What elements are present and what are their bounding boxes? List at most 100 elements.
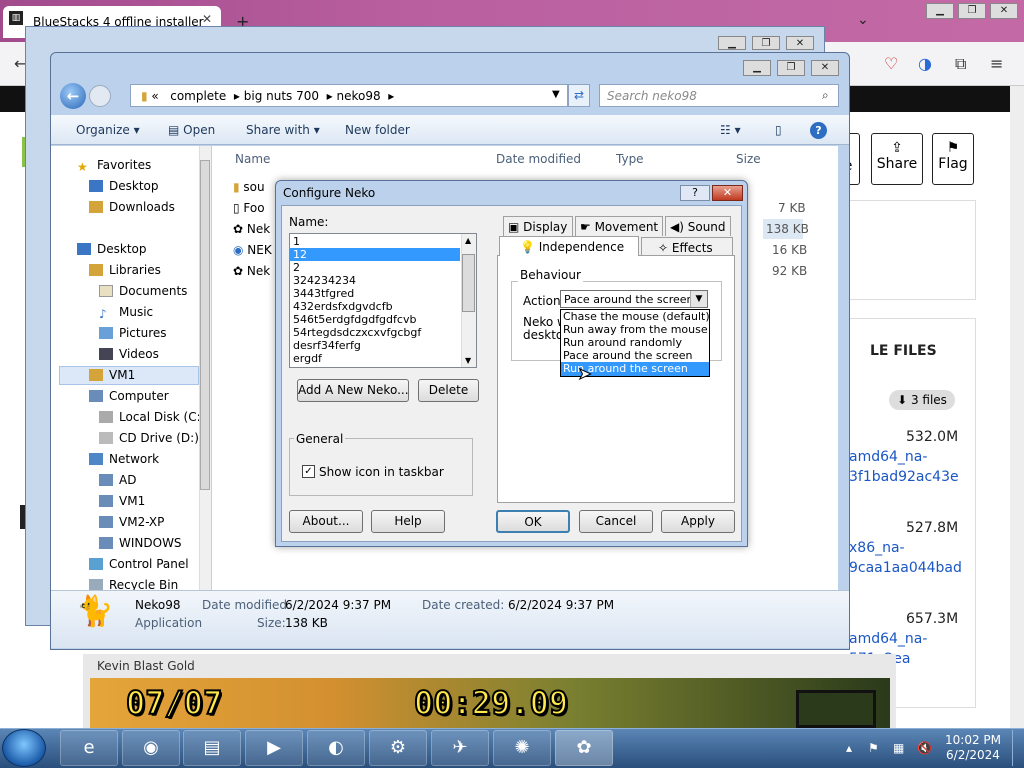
nav-cd-drive[interactable]: CD Drive (D:) [99, 431, 199, 445]
back-button[interactable]: ← [60, 83, 86, 109]
browser-close-button[interactable]: ✕ [990, 3, 1018, 19]
breadcrumb-overflow[interactable]: « [151, 89, 158, 103]
share-button[interactable]: ⇪ Share [871, 133, 923, 185]
menu-icon[interactable]: ≡ [990, 54, 1003, 73]
nav-recycle-bin[interactable]: Recycle Bin [89, 578, 178, 590]
show-icon-checkbox[interactable]: ✓ [302, 465, 315, 478]
new-folder-button[interactable]: New folder [345, 123, 410, 137]
tab-effects[interactable]: ✧ Effects [641, 237, 733, 257]
file-link[interactable]: amd64_na- [849, 631, 927, 647]
scroll-up-icon[interactable]: ▲ [465, 236, 471, 245]
search-input[interactable]: Search neko98 [599, 84, 839, 107]
help-icon[interactable]: ? [810, 122, 827, 139]
privacy-icon[interactable]: ◑ [918, 54, 932, 73]
nav-control-panel[interactable]: Control Panel [89, 557, 189, 571]
explorer-minimize-button[interactable]: ▁ [743, 60, 771, 76]
clock[interactable]: 10:02 PM 6/2/2024 [940, 733, 1006, 763]
volume-icon[interactable]: 🔇 [917, 741, 932, 755]
nav-videos[interactable]: Videos [99, 347, 159, 361]
list-item[interactable]: 54rtegdsdczxcxvfgcbgf [293, 326, 421, 339]
tray-expand-icon[interactable]: ▴ [846, 741, 852, 755]
page-scrollbar[interactable] [1010, 86, 1024, 728]
nav-vm2xp[interactable]: VM2-XP [99, 515, 164, 529]
tab-independence[interactable]: 💡 Independence [499, 236, 639, 256]
nav-ad[interactable]: AD [99, 473, 136, 487]
app-icon[interactable]: ◐ [307, 730, 365, 766]
file-link[interactable]: x86_na- [849, 540, 905, 556]
media-player-icon[interactable]: ▶ [245, 730, 303, 766]
list-item[interactable]: 3443tfgred [293, 287, 354, 300]
nav-local-disk[interactable]: Local Disk (C:) [99, 410, 205, 424]
forward-button[interactable] [89, 85, 111, 107]
list-item[interactable]: 324234234 [293, 274, 356, 287]
search-icon[interactable]: ⌕ [822, 88, 829, 103]
file-row[interactable]: ✿ Nek [233, 264, 270, 278]
nav-documents[interactable]: Documents [99, 284, 187, 298]
neko-taskbar-icon[interactable]: ✿ [555, 730, 613, 766]
combo-arrow-icon[interactable]: ▼ [690, 291, 707, 307]
tab-movement[interactable]: ☛ Movement [575, 216, 663, 236]
bg-close-button[interactable]: ✕ [786, 36, 814, 50]
start-button[interactable] [2, 729, 46, 767]
bg-maximize-button[interactable]: ❐ [752, 36, 780, 50]
file-link[interactable]: 9caa1aa044bad [849, 560, 962, 576]
nav-vm1-net[interactable]: VM1 [99, 494, 145, 508]
refresh-button[interactable]: ⇄ [568, 84, 590, 107]
dropdown-option[interactable]: Run away from the mouse [563, 323, 708, 336]
explorer-close-button[interactable]: ✕ [811, 60, 839, 76]
explorer-icon[interactable]: ▤ [183, 730, 241, 766]
column-name[interactable]: Name [235, 152, 270, 166]
list-item[interactable]: 1 [293, 235, 300, 248]
nav-windows[interactable]: WINDOWS [99, 536, 182, 550]
column-size[interactable]: Size [736, 152, 761, 166]
nav-downloads[interactable]: Downloads [89, 200, 175, 214]
browser-maximize-button[interactable]: ❐ [958, 3, 986, 19]
column-type[interactable]: Type [616, 152, 644, 166]
nav-pictures[interactable]: Pictures [99, 326, 167, 340]
tab-close-button[interactable]: ✕ [202, 12, 212, 26]
breadcrumb-neko98[interactable]: neko98 [337, 89, 381, 103]
ok-button[interactable]: OK [496, 510, 570, 533]
address-dropdown-icon[interactable]: ▼ [552, 89, 560, 100]
extensions-icon[interactable]: ⧉ [955, 54, 966, 74]
apply-button[interactable]: Apply [661, 510, 735, 533]
about-button[interactable]: About... [289, 510, 363, 533]
file-link[interactable]: 3f1bad92ac43e [849, 469, 959, 485]
nav-vm1[interactable]: VM1 [89, 368, 135, 382]
open-button[interactable]: ▤ Open [168, 123, 215, 137]
nav-computer[interactable]: Computer [89, 389, 169, 403]
list-item-selected[interactable]: 12 [293, 248, 307, 261]
nav-network[interactable]: Network [89, 452, 159, 466]
dropdown-option[interactable]: Pace around the screen [563, 349, 692, 362]
nav-music[interactable]: ♪ Music [99, 305, 153, 321]
show-desktop-button[interactable] [1012, 730, 1022, 766]
tab-display[interactable]: ▣ Display [503, 216, 573, 236]
dropdown-option[interactable]: Chase the mouse (default) [563, 310, 710, 323]
bg-minimize-button[interactable]: ▁ [718, 36, 746, 50]
ie-icon[interactable]: e [60, 730, 118, 766]
steam-icon[interactable]: ⚙ [369, 730, 427, 766]
nav-favorites[interactable]: ★ Favorites [77, 158, 151, 174]
browser-minimize-button[interactable]: ▁ [926, 3, 954, 19]
tab-sound[interactable]: ◀) Sound [665, 216, 731, 236]
bird-app-icon[interactable]: ✈ [431, 730, 489, 766]
cancel-button[interactable]: Cancel [579, 510, 653, 533]
dialog-close-button[interactable]: ✕ [712, 185, 743, 201]
view-options-icon[interactable]: ☷ ▾ [720, 123, 741, 137]
file-row[interactable]: ▮ sou [233, 180, 265, 194]
share-with-button[interactable]: Share with ▾ [246, 123, 320, 137]
preview-pane-icon[interactable]: ▯ [775, 123, 782, 137]
file-link[interactable]: amd64_na- [849, 449, 927, 465]
explorer-maximize-button[interactable]: ❐ [777, 60, 805, 76]
file-row[interactable]: ◉ NEK [233, 243, 272, 257]
action-combobox[interactable]: Pace around the screen [560, 290, 708, 308]
nav-desktop[interactable]: Desktop [89, 179, 159, 193]
nav-libraries[interactable]: Libraries [89, 263, 161, 277]
list-item[interactable]: desrf34ferfg [293, 339, 361, 352]
list-item[interactable]: 2 [293, 261, 300, 274]
file-row[interactable]: ✿ Nek [233, 222, 270, 236]
address-bar[interactable]: ▮ « complete ▸ big nuts 700 ▸ neko98 ▸ [130, 84, 568, 107]
flag-button[interactable]: ⚑ Flag [932, 133, 974, 185]
dialog-help-button[interactable]: ? [680, 185, 710, 201]
list-item[interactable]: 432erdsfxdgvdcfb [293, 300, 393, 313]
